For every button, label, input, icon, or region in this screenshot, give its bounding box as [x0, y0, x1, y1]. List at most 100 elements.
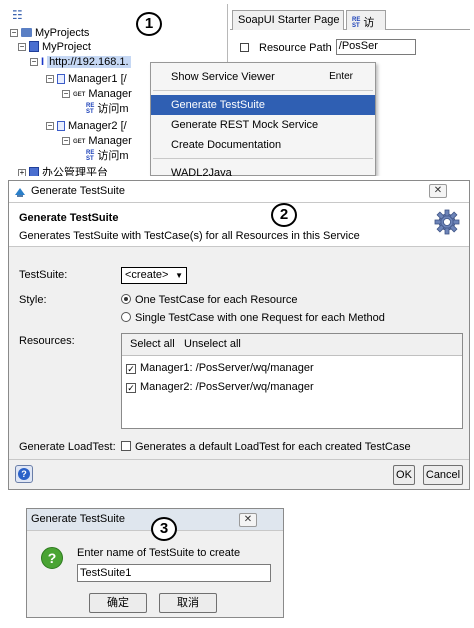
soapui-app-icon	[15, 188, 25, 197]
tree-label-request: 访问m	[97, 103, 129, 115]
style-option-label: Single TestCase with one Request for eac…	[135, 312, 385, 324]
resource-path-input[interactable]: /PosSer	[335, 39, 416, 55]
resource-item[interactable]: ✓ Manager2: /PosServer/wq/manager	[126, 381, 314, 393]
menu-item-create-documentation[interactable]: Create Documentation	[151, 135, 375, 155]
select-all-button[interactable]: Select all	[130, 338, 175, 350]
checkbox[interactable]: ✓	[126, 383, 136, 393]
rest-service-icon: I	[41, 56, 45, 68]
tree-row-service[interactable]: − Ihttp://192.168.1.	[30, 55, 131, 69]
tree-row-project[interactable]: + 办公管理平台	[18, 166, 108, 176]
testsuite-name-dialog: Generate TestSuite ✕ ? Enter name of Tes…	[26, 508, 284, 618]
tree-row-project[interactable]: − MyProject	[18, 40, 91, 54]
tab-starter-page[interactable]: SoapUI Starter Page	[232, 10, 344, 30]
resource-icon	[57, 121, 65, 131]
menu-item-show-service-viewer[interactable]: Show Service Viewer Enter	[151, 67, 375, 87]
step-badge-1: 1	[136, 12, 162, 36]
tree-row-resource[interactable]: − Manager1 [/	[46, 72, 127, 86]
tree-row-method[interactable]: − GET Manager	[62, 87, 132, 101]
testsuite-select[interactable]: <create> ▼	[121, 267, 187, 284]
collapse-toggle-icon[interactable]: −	[10, 29, 18, 37]
chevron-down-icon: ▼	[175, 271, 183, 280]
tab-label: SoapUI Starter Page	[238, 14, 340, 26]
menu-item-label: WADL2Java	[171, 167, 232, 176]
resource-path-row: Resource Path/PosSer	[240, 39, 416, 55]
close-icon[interactable]: ✕	[429, 184, 447, 198]
collapse-toggle-icon[interactable]: −	[18, 43, 26, 51]
tree-row-root[interactable]: − MyProjects	[10, 26, 89, 40]
tree-label-method: Manager	[88, 88, 132, 100]
tree-label-root: MyProjects	[35, 27, 90, 39]
dialog-title: Generate TestSuite	[31, 185, 125, 197]
menu-item-shortcut: Enter	[329, 71, 353, 82]
tree-label-service: http://192.168.1.	[47, 56, 131, 68]
dialog-footer: ? OK Cancel	[9, 459, 469, 489]
menu-item-generate-rest-mock[interactable]: Generate REST Mock Service	[151, 115, 375, 135]
context-menu: Show Service Viewer Enter Generate TestSu…	[150, 62, 376, 176]
resource-item[interactable]: ✓ Manager1: /PosServer/wq/manager	[126, 362, 314, 374]
resource-path-label: Resource Path	[259, 42, 332, 54]
menu-separator	[153, 90, 373, 91]
expand-toggle-icon[interactable]: +	[18, 169, 26, 176]
style-option-single-testcase[interactable]: Single TestCase with one Request for eac…	[121, 312, 385, 324]
radio-button[interactable]	[121, 312, 131, 322]
menu-item-wadl2java[interactable]: WADL2Java	[151, 163, 375, 176]
style-label: Style:	[19, 294, 47, 306]
rest-request-icon: RE ST	[352, 17, 361, 29]
unselect-all-button[interactable]: Unselect all	[184, 338, 241, 350]
dialog-titlebar: Generate TestSuite ✕	[9, 181, 469, 203]
header-title: Generate TestSuite	[19, 212, 119, 224]
tree-label-resource: Manager1 [/	[68, 73, 127, 85]
tree-row-request[interactable]: RE ST 访问m	[86, 149, 129, 163]
help-button[interactable]: ?	[15, 465, 33, 483]
tree-row-request[interactable]: RE ST 访问m	[86, 102, 129, 116]
project-icon	[29, 167, 39, 176]
gear-icon	[434, 209, 460, 235]
soapui-main-window: ☷ − MyProjects − MyProject − Ihttp://192.16…	[4, 4, 470, 176]
menu-separator	[153, 158, 373, 159]
checkbox[interactable]	[121, 441, 131, 451]
checkbox[interactable]: ✓	[126, 364, 136, 374]
testsuite-name-input[interactable]: TestSuite1	[77, 564, 271, 582]
step-badge-3: 3	[151, 517, 177, 541]
generate-testsuite-dialog: Generate TestSuite ✕ Generate TestSuite …	[8, 180, 470, 490]
resource-icon	[57, 74, 65, 84]
cancel-button[interactable]: 取消	[159, 593, 217, 613]
loadtest-description: Generates a default LoadTest for each cr…	[135, 441, 411, 453]
testsuite-select-value: <create>	[125, 269, 169, 281]
menu-item-generate-testsuite[interactable]: Generate TestSuite	[151, 95, 375, 115]
collapse-toggle-icon[interactable]: −	[46, 75, 54, 83]
help-icon: ?	[18, 468, 30, 480]
question-icon: ?	[41, 547, 63, 569]
style-option-label: One TestCase for each Resource	[135, 294, 298, 306]
ok-button[interactable]: OK	[393, 465, 415, 485]
editor-tab-bar: SoapUI Starter Page RE ST 访	[230, 10, 470, 30]
cancel-button[interactable]: Cancel	[423, 465, 463, 485]
resources-label: Resources:	[19, 335, 75, 347]
loadtest-option[interactable]: Generates a default LoadTest for each cr…	[121, 441, 411, 453]
ok-button[interactable]: 确定	[89, 593, 147, 613]
collapse-toggle-icon[interactable]: −	[46, 122, 54, 130]
tab-rest-request[interactable]: RE ST 访	[346, 10, 386, 30]
close-icon[interactable]: ✕	[239, 513, 257, 527]
workspace-icon	[21, 28, 32, 37]
resource-item-label: Manager2: /PosServer/wq/manager	[140, 381, 314, 393]
checkbox[interactable]	[240, 43, 249, 52]
resources-list: Select all Unselect all ✓ Manager1: /PosS…	[121, 333, 463, 429]
radio-button[interactable]	[121, 294, 131, 304]
tree-label-project: MyProject	[42, 41, 91, 53]
rest-request-icon: RE ST	[86, 150, 95, 162]
collapse-toggle-icon[interactable]: −	[30, 58, 38, 66]
collapse-all-icon[interactable]: ☷	[12, 8, 23, 22]
tree-row-resource[interactable]: − Manager2 [/	[46, 119, 127, 133]
collapse-toggle-icon[interactable]: −	[62, 137, 70, 145]
collapse-toggle-icon[interactable]: −	[62, 90, 70, 98]
tree-label-project: 办公管理平台	[42, 167, 108, 176]
testsuite-label: TestSuite:	[19, 269, 68, 281]
tab-label: 访	[363, 17, 375, 29]
rest-request-icon: RE ST	[86, 103, 95, 115]
project-icon	[29, 41, 39, 52]
resources-toolbar: Select all Unselect all	[122, 334, 462, 356]
tree-row-method[interactable]: − GET Manager	[62, 134, 132, 148]
header-description: Generates TestSuite with TestCase(s) for…	[19, 230, 360, 242]
style-option-one-testcase[interactable]: One TestCase for each Resource	[121, 294, 297, 306]
